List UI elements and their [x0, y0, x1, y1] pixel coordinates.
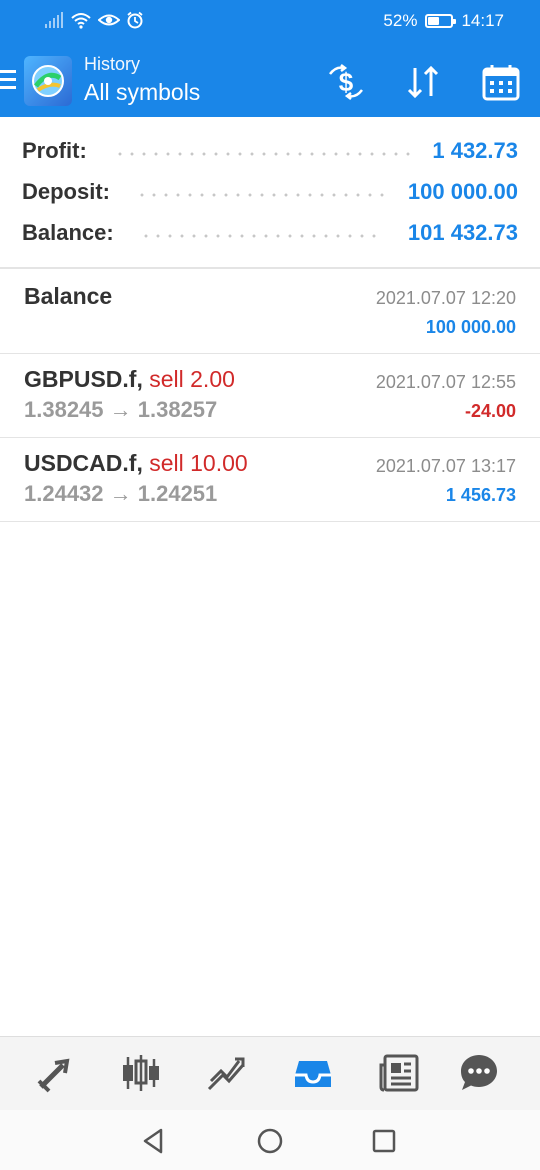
entry-action: sell 2.00 [149, 366, 235, 392]
entry-title: USDCAD.f, sell 10.00 [24, 450, 248, 477]
entry-date: 2021.07.07 12:20 [375, 288, 516, 308]
app-logo [24, 56, 72, 106]
sort-icon[interactable] [403, 62, 443, 102]
calendar-icon[interactable] [481, 62, 521, 102]
history-icon[interactable] [291, 1051, 335, 1095]
news-icon[interactable] [377, 1051, 421, 1095]
entry-symbol: USDCAD.f, [24, 450, 143, 476]
entry-amount: 1 456.73 [445, 485, 516, 505]
balance-leader-dots [140, 234, 380, 238]
back-icon[interactable] [139, 1126, 169, 1156]
battery-icon [425, 14, 457, 28]
profit-label: Profit: [22, 138, 87, 163]
entry-action: sell 10.00 [149, 450, 248, 476]
balance-label: Balance: [22, 220, 114, 245]
svg-text:$: $ [339, 67, 354, 97]
trade-icon[interactable] [205, 1051, 249, 1095]
alarm-icon [127, 11, 143, 29]
status-bar: 52% 14:17 [0, 0, 540, 44]
signal-icon [45, 12, 63, 28]
summary-panel: Profit: 1 432.73 Deposit: 100 000.00 Bal… [0, 130, 540, 253]
entry-prices: 1.38245 → 1.38257 [24, 397, 218, 422]
entry-title: GBPUSD.f, sell 2.00 [24, 366, 235, 393]
profit-row: Profit: 1 432.73 [0, 130, 540, 171]
entry-amount: 100 000.00 [425, 317, 516, 337]
deposit-value: 100 000.00 [407, 179, 518, 204]
entry-amount: -24.00 [464, 401, 516, 421]
home-icon[interactable] [255, 1126, 285, 1156]
system-navigation [0, 1110, 540, 1170]
balance-value: 101 432.73 [407, 220, 518, 245]
eye-icon [98, 14, 120, 26]
deposit-leader-dots [136, 193, 386, 197]
battery-fill [428, 17, 440, 25]
menu-icon[interactable] [0, 70, 16, 92]
deals-icon[interactable]: $ [326, 62, 366, 102]
divider [0, 521, 540, 522]
entry-symbol: GBPUSD.f, [24, 366, 143, 392]
history-entry-balance[interactable]: Balance 2021.07.07 12:20 100 000.00 [0, 269, 540, 353]
entry-date: 2021.07.07 13:17 [375, 456, 516, 476]
history-entry-gbpusd[interactable]: GBPUSD.f, sell 2.00 1.38245 → 1.38257 20… [0, 354, 540, 437]
page-title[interactable]: All symbols [84, 79, 200, 106]
battery-percent: 52% [383, 11, 418, 30]
balance-row: Balance: 101 432.73 [0, 212, 540, 253]
wifi-icon [71, 13, 91, 29]
status-icons-right: 52% 14:17 [383, 11, 504, 31]
charts-icon[interactable] [119, 1051, 163, 1095]
entry-date: 2021.07.07 12:55 [375, 372, 516, 392]
recents-icon[interactable] [369, 1126, 399, 1156]
bottom-navigation [0, 1036, 540, 1110]
history-entry-usdcad[interactable]: USDCAD.f, sell 10.00 1.24432 → 1.24251 2… [0, 438, 540, 521]
quotes-icon[interactable] [33, 1051, 77, 1095]
deposit-label: Deposit: [22, 179, 110, 204]
deposit-row: Deposit: 100 000.00 [0, 171, 540, 212]
profit-value: 1 432.73 [432, 138, 518, 163]
profit-leader-dots [114, 152, 414, 156]
chat-icon[interactable] [457, 1051, 501, 1095]
app-titles: History All symbols [84, 54, 200, 106]
status-icons-left [44, 11, 144, 29]
entry-title: Balance [24, 283, 113, 309]
page-subtitle: History [84, 54, 141, 74]
clock: 14:17 [461, 11, 504, 30]
entry-prices: 1.24432 → 1.24251 [24, 481, 218, 506]
app-bar: History All symbols $ [0, 44, 540, 117]
